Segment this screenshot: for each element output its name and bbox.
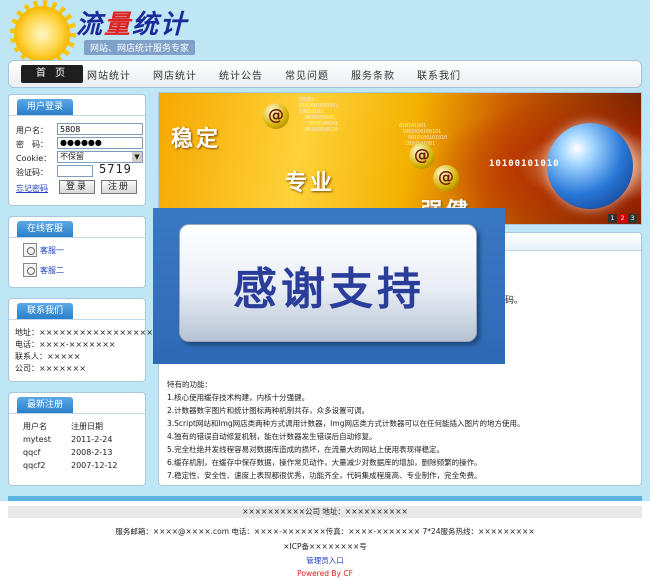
powered-by: Powered By CF (297, 569, 353, 578)
thank-you-button[interactable]: 感谢支持 (179, 224, 477, 342)
service-item-label: 客服一 (40, 246, 64, 255)
contact-address: 地址：×××××××××××××××××× (15, 328, 160, 337)
nav-terms[interactable]: 服务条款 (351, 67, 395, 82)
username-input[interactable] (57, 123, 143, 135)
content-fragment-text: 码。 (505, 296, 524, 306)
feature-item: 3.Script网站和Img网店类两种方式调用计数器，Img网店类方式计数器可以… (167, 419, 525, 428)
password-label: 密 码： (16, 140, 48, 149)
contact-panel: 联系我们 地址：×××××××××××××××××× 电话：××××-×××××… (8, 298, 160, 382)
feature-item: 5.完全杜绝并发线程容易对数据库造成的损坏，在流量大的网站上使用表现得稳定。 (167, 445, 445, 454)
chat-icon (23, 263, 37, 277)
sun-logo-icon (14, 6, 70, 62)
contact-phone: 电话：××××-××××××× (15, 340, 116, 349)
contact-company: 公司：××××××× (15, 364, 86, 373)
banner-page-3[interactable]: 3 (628, 214, 637, 223)
logo-char-2: 量 (104, 10, 133, 40)
feature-item: 2.计数器数字图片和统计图标两种机制共存，众多设置可调。 (167, 406, 370, 415)
footer-icp: ×ICP备××××××××号 (283, 542, 367, 551)
chat-icon (23, 243, 37, 257)
contact-person: 联系人：××××× (15, 352, 81, 361)
new-registrations-title: 最新注册 (17, 397, 74, 413)
table-row-date: 2007-12-12 (71, 461, 118, 470)
contact-panel-title: 联系我们 (17, 303, 74, 319)
logo-char-3: 统计 (132, 10, 189, 40)
table-row-username[interactable]: qqcf (23, 448, 40, 457)
login-panel-title: 用户登录 (17, 99, 74, 115)
forgot-password-link[interactable]: 忘记密码 (16, 183, 48, 194)
table-row-username[interactable]: qqcf2 (23, 461, 45, 470)
table-row-date: 2008-2-13 (71, 448, 113, 457)
banner-code-decoration: 10101 0101001010101 10010101 0010100101 … (299, 97, 339, 133)
nav-home[interactable]: 首 页 (21, 65, 83, 83)
divider (9, 237, 145, 238)
at-sign-icon: @ (409, 143, 435, 169)
at-sign-icon: @ (433, 165, 459, 191)
column-header-username: 用户名 (23, 422, 47, 431)
captcha-input[interactable] (57, 165, 93, 177)
column-header-date: 注册日期 (71, 422, 103, 431)
banner-word-professional: 专业 (285, 170, 336, 196)
banner-word-stable: 稳定 (171, 126, 222, 152)
header: 流量统计 网站、网店统计服务专家 (0, 0, 650, 66)
site-logo-title[interactable]: 流量统计 (76, 4, 188, 41)
thank-you-text: 感谢支持 (233, 264, 425, 315)
admin-entry-link[interactable]: 管理员入口 (0, 555, 650, 566)
hero-banner[interactable]: 10101 0101001010101 10010101 0010100101 … (158, 92, 642, 225)
footer-contact-line: 服务邮箱：××××@××××.com 电话：××××-×××××××传真：×××… (115, 527, 535, 536)
nav-announcements[interactable]: 统计公告 (219, 67, 263, 82)
register-button[interactable]: 注册 (101, 180, 137, 194)
table-row-username[interactable]: mytest (23, 435, 51, 444)
divider (9, 115, 145, 116)
feature-item: 7.稳定性、安全性、速度上表现都很优秀，功能齐全，代码集成程度高、专业制作，完全… (167, 471, 482, 480)
banner-binary-text: 10100101010 (489, 159, 560, 169)
globe-icon (547, 123, 633, 209)
nav-contact[interactable]: 联系我们 (417, 67, 461, 82)
captcha-label: 验证码： (16, 168, 48, 177)
features-title: 特有的功能： (167, 380, 212, 389)
login-panel: 用户登录 用户名： 密 码： ●●●●●● Cookie： 不保留 ▼ 验证码：… (8, 94, 146, 206)
site-slogan: 网站、网店统计服务专家 (84, 40, 196, 55)
cookie-label: Cookie： (16, 154, 52, 163)
online-service-title: 在线客服 (17, 221, 74, 237)
footer-company-line: ××××××××××公司 地址：×××××××××× (8, 506, 642, 518)
banner-page-2[interactable]: 2 (618, 214, 627, 223)
feature-item: 4.独有的错误自动修复机制，能在计数器发生错误后自动修复。 (167, 432, 377, 441)
banner-page-1[interactable]: 1 (608, 214, 617, 223)
login-button[interactable]: 登录 (59, 180, 95, 194)
service-item-label: 客服二 (40, 266, 64, 275)
feature-item: 1.核心使用缓存技术构建，内核十分强健。 (167, 393, 310, 402)
nav-site-stats[interactable]: 网站统计 (87, 67, 131, 82)
divider (9, 413, 145, 414)
online-service-panel: 在线客服 客服一 客服二 (8, 216, 146, 288)
at-sign-icon: @ (263, 103, 289, 129)
logo-char-1: 流 (76, 10, 105, 40)
thank-you-overlay[interactable]: 感谢支持 (153, 208, 505, 364)
nav-faq[interactable]: 常见问题 (285, 67, 329, 82)
password-input[interactable]: ●●●●●● (57, 137, 143, 149)
table-row-date: 2011-2-24 (71, 435, 113, 444)
banner-pager: 123 (607, 213, 637, 223)
chevron-down-icon[interactable]: ▼ (132, 152, 142, 162)
captcha-image: 5719 (99, 162, 132, 176)
cookie-select-value: 不保留 (60, 152, 84, 161)
nav-shop-stats[interactable]: 网店统计 (153, 67, 197, 82)
feature-item: 6.缓存机制，在缓存中保存数据，操作常见动作，大量减少对数据库的增加，删除频繁的… (167, 458, 482, 467)
main-nav: 首 页 网站统计 网店统计 统计公告 常见问题 服务条款 联系我们 (8, 60, 642, 88)
new-registrations-panel: 最新注册 用户名 注册日期 mytest 2011-2-24 qqcf 2008… (8, 392, 146, 486)
username-label: 用户名： (16, 126, 48, 135)
divider (9, 319, 145, 320)
